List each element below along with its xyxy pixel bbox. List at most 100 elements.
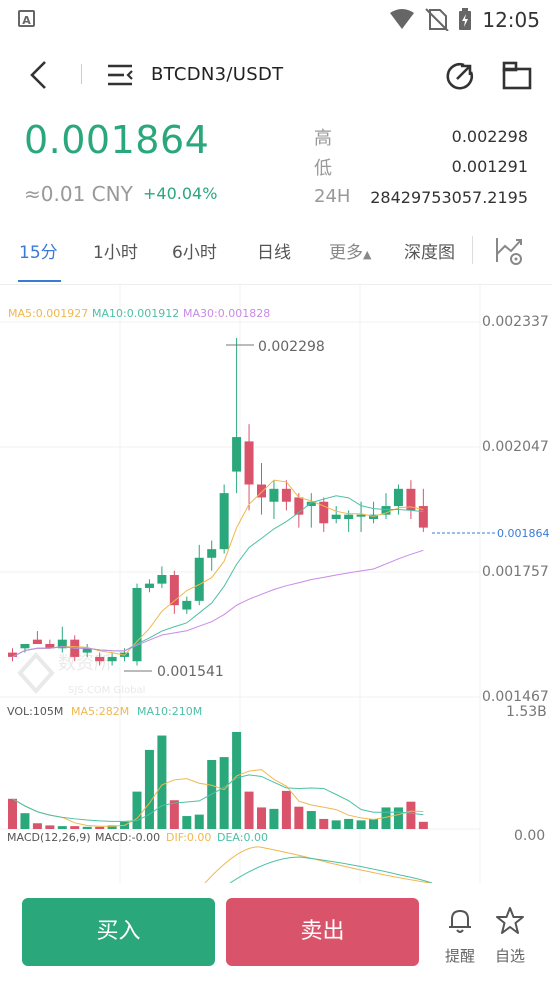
volume-bar: [294, 806, 304, 829]
low-label: 低: [314, 158, 332, 179]
candle-body: [132, 587, 142, 662]
price-cny: ≈0.01 CNY: [24, 182, 133, 206]
app-header: BTCDN3/USDT: [0, 50, 552, 100]
dea-value: DEA:0.00: [217, 831, 268, 844]
kline-chart[interactable]: 数资所 SJS.COM Global MA5:0.001927 MA10:0.0…: [0, 285, 552, 883]
candle-body: [232, 437, 242, 472]
volume-bar: [8, 798, 17, 829]
candle-body: [107, 656, 117, 662]
tab-1h[interactable]: 1小时: [93, 238, 138, 263]
y-tick-1: 0.002047: [482, 439, 549, 455]
candle-body: [393, 488, 403, 507]
vol-ma10-line: [12, 774, 424, 822]
ma10-line: [12, 495, 424, 658]
sell-button[interactable]: 卖出: [226, 898, 419, 966]
vol24h-label: 24H: [314, 186, 351, 207]
max-price-label: 0.002298: [258, 339, 325, 355]
tab-more-label: 更多: [329, 243, 363, 263]
candle-body: [144, 583, 154, 588]
candle-body: [331, 514, 341, 519]
buy-button[interactable]: 买入: [22, 898, 215, 966]
volume-bar: [20, 813, 30, 829]
volume-bar: [356, 820, 366, 829]
ma5-line: [12, 479, 424, 658]
alert-label[interactable]: 提醒: [440, 945, 480, 966]
star-icon[interactable]: [495, 906, 525, 936]
volume-bar: [306, 811, 316, 829]
watermark-text: SJS.COM Global: [68, 685, 145, 696]
indicator-settings-icon[interactable]: [494, 234, 528, 268]
svg-text:数资所: 数资所: [58, 653, 112, 674]
ma10-legend: MA10:0.001912: [92, 307, 179, 320]
low-value: 0.001291: [451, 157, 528, 176]
candle-body: [157, 575, 167, 584]
favorite-label[interactable]: 自选: [490, 945, 530, 966]
volume-bar: [70, 826, 80, 829]
app-badge-icon: A: [18, 10, 35, 27]
switch-layout-icon[interactable]: [501, 60, 533, 92]
tab-depth[interactable]: 深度图: [404, 238, 455, 263]
last-price: 0.001864: [24, 118, 210, 162]
volume-bar: [257, 807, 266, 829]
volume-bar: [393, 807, 403, 829]
ma-lines: [12, 479, 424, 658]
tab-15m[interactable]: 15分: [19, 238, 58, 263]
volume-bar: [219, 757, 229, 829]
volume-bar: [182, 816, 192, 829]
vol-ma5-line: [12, 769, 424, 827]
volume-bar: [269, 808, 279, 829]
bell-icon[interactable]: [445, 906, 475, 936]
volume-bar: [82, 826, 92, 829]
vol-legend: VOL:105M: [7, 705, 63, 718]
ma30-legend: MA30:0.001828: [183, 307, 270, 320]
vol-ma10-legend: MA10:210M: [137, 705, 202, 718]
tab-6h[interactable]: 6小时: [172, 238, 217, 263]
candle-body: [194, 557, 204, 601]
y-tick-2: 0.001757: [482, 564, 549, 580]
pair-menu-icon[interactable]: [106, 62, 136, 88]
candle-body: [207, 549, 217, 558]
vol-ma5-legend: MA5:282M: [71, 705, 129, 718]
ma5-legend: MA5:0.001927: [8, 307, 88, 320]
volume-bar: [281, 790, 291, 829]
high-value: 0.002298: [451, 127, 528, 146]
macd-title: MACD(12,26,9): [7, 831, 91, 844]
candle-body: [95, 656, 105, 662]
candle-body: [244, 441, 254, 485]
no-sim-icon: [425, 8, 449, 31]
volume-bar: [57, 826, 67, 829]
volume-bar: [144, 749, 154, 829]
candle-body: [219, 493, 229, 550]
bottom-action-bar: 买入 卖出 提醒 自选: [0, 884, 552, 981]
share-icon[interactable]: [444, 60, 476, 92]
high-label: 高: [314, 128, 332, 149]
tab-daily[interactable]: 日线: [257, 238, 291, 263]
battery-icon: [459, 8, 471, 30]
macd-zero-label: 0.00: [514, 828, 545, 844]
candle-body: [182, 600, 192, 610]
candle-body: [269, 488, 279, 502]
volume-bars: [8, 731, 428, 829]
price-change: +40.04%: [143, 184, 218, 203]
status-icons: [390, 8, 471, 31]
volume-bar: [157, 735, 167, 829]
last-price-marker: 0.001864: [497, 527, 550, 540]
candle-body: [281, 488, 291, 502]
volume-bar: [369, 818, 379, 829]
tab-separator: [472, 236, 473, 264]
dea-line: [229, 856, 433, 883]
vol24h-value: 28429753057.2195: [370, 188, 528, 207]
volume-bar: [406, 801, 416, 829]
y-tick-3: 0.001467: [482, 689, 549, 705]
macd-value: MACD:-0.00: [95, 831, 160, 844]
back-icon[interactable]: [24, 58, 54, 92]
volume-bar: [169, 800, 179, 829]
caret-down-icon: ▲: [363, 248, 372, 261]
tab-more[interactable]: 更多▲: [329, 238, 371, 263]
min-price-label: 0.001541: [157, 664, 224, 680]
header-divider: [81, 64, 82, 84]
volume-ma-lines: [12, 769, 424, 827]
candle-body: [32, 639, 42, 644]
volume-bar: [32, 823, 42, 829]
pair-title[interactable]: BTCDN3/USDT: [151, 64, 283, 85]
